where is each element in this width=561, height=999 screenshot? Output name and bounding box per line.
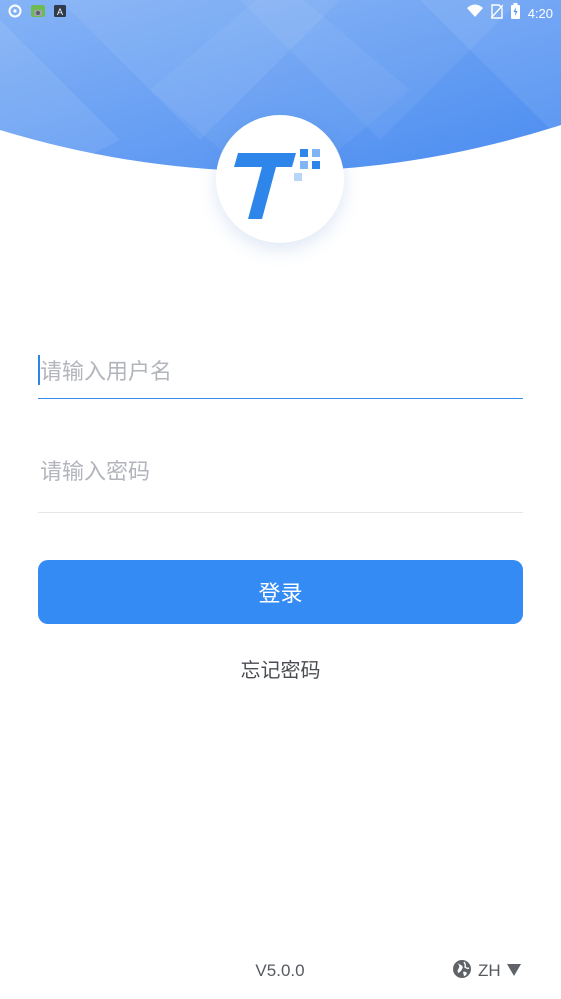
wifi-icon xyxy=(466,4,483,22)
username-input[interactable] xyxy=(38,346,525,398)
login-page: A 4:20 请输入用户名 登录 忘记密码 V5.0.0 ZH xyxy=(0,0,561,999)
status-time: 4:20 xyxy=(527,5,553,21)
triangle-down-icon xyxy=(506,961,521,981)
forgot-password-link[interactable]: 忘记密码 xyxy=(0,654,561,683)
t-logo-icon xyxy=(234,149,320,219)
globe-icon xyxy=(452,959,472,984)
password-field xyxy=(38,446,525,513)
version-label: V5.0.0 xyxy=(255,961,305,980)
chat-bubble-icon xyxy=(8,4,22,22)
svg-text:A: A xyxy=(57,7,63,17)
password-input[interactable] xyxy=(38,448,525,496)
app-logo xyxy=(216,115,344,243)
sim-card-icon xyxy=(30,3,46,23)
language-selector[interactable]: ZH xyxy=(452,959,521,984)
battery-icon xyxy=(510,3,520,23)
login-button[interactable]: 登录 xyxy=(38,560,523,624)
text-input-icon: A xyxy=(54,5,66,21)
username-field xyxy=(38,346,525,399)
status-bar: A 4:20 xyxy=(0,0,561,24)
no-sim-icon xyxy=(490,3,504,23)
language-label: ZH xyxy=(478,961,501,980)
